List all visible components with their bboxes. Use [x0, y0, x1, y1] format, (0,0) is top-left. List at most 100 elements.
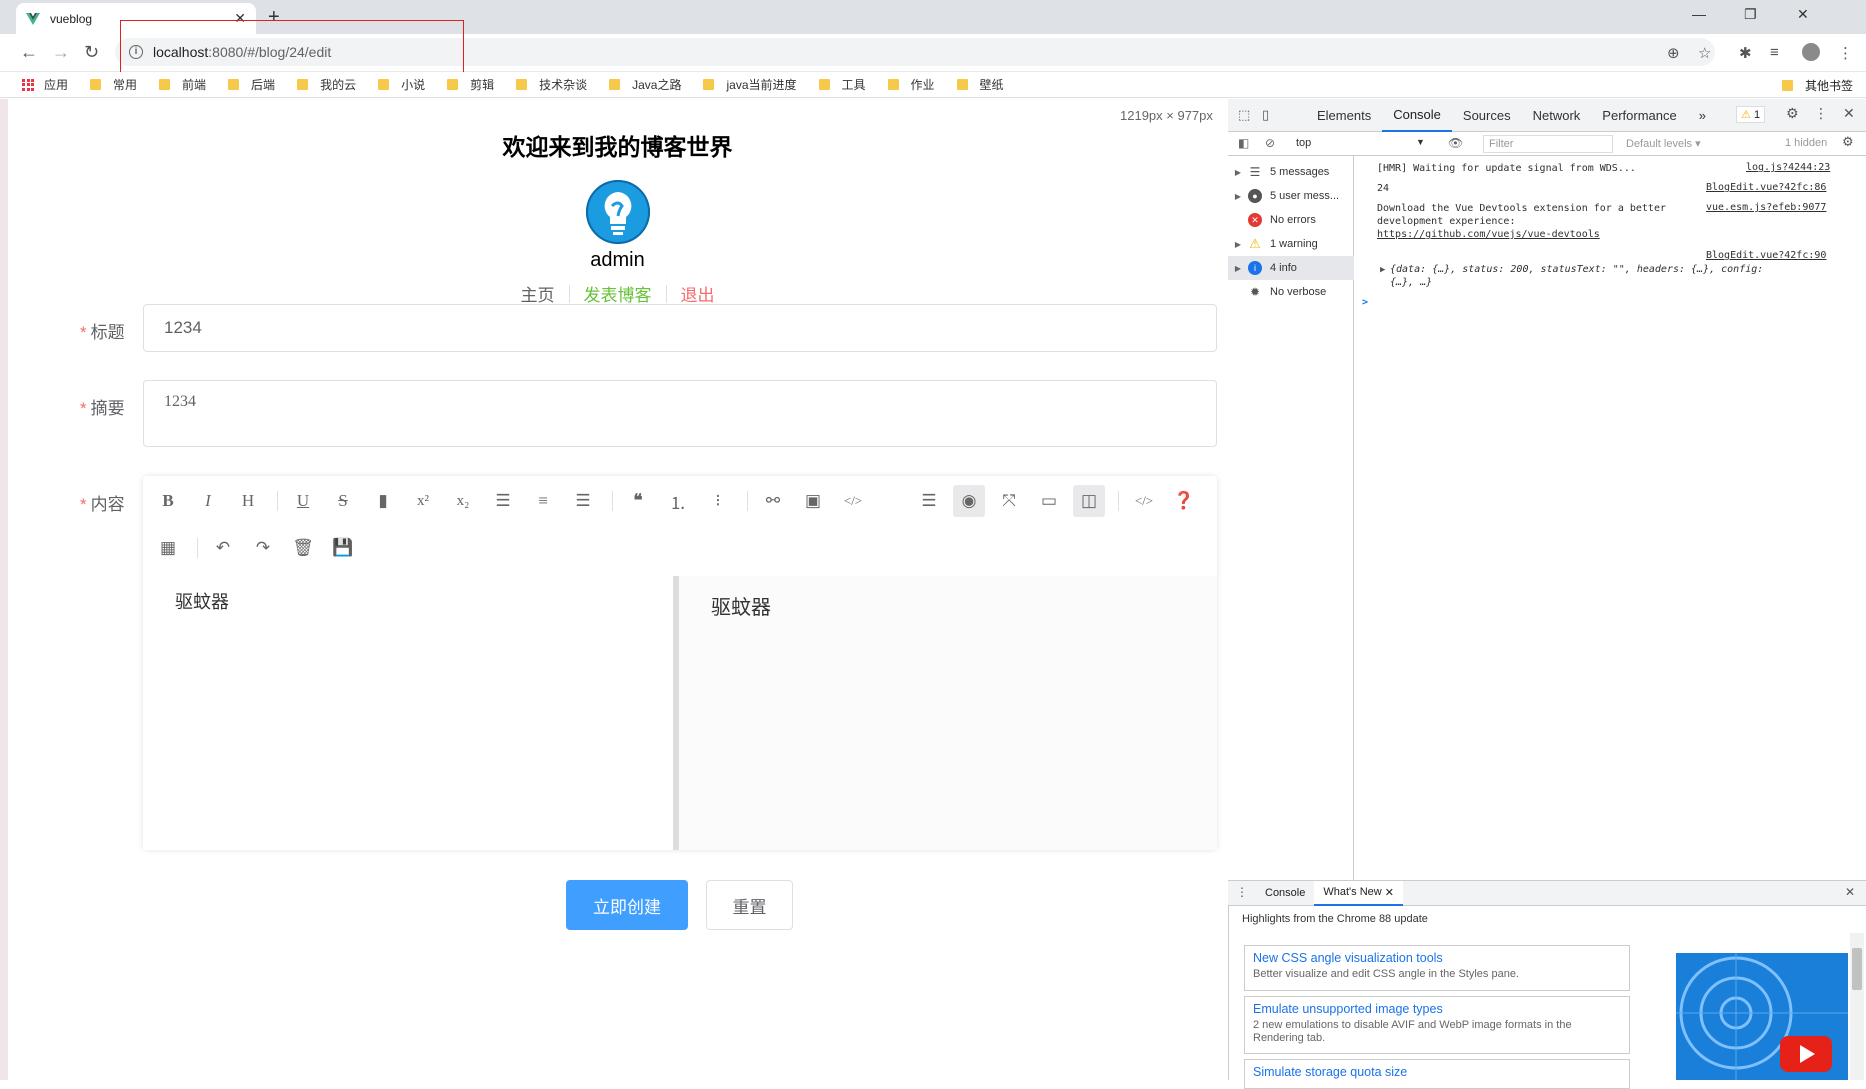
read-mode-icon[interactable]: ▭ — [1033, 485, 1065, 517]
tab-performance[interactable]: Performance — [1591, 99, 1687, 132]
more-tabs-icon[interactable]: » — [1688, 99, 1717, 132]
bookmark-folder[interactable]: 作业 — [887, 76, 935, 93]
drawer-tab-whats-new[interactable]: What's New ✕ — [1314, 880, 1403, 906]
device-toggle-icon[interactable]: ▯ — [1262, 107, 1269, 123]
scroll-thumb[interactable] — [1852, 948, 1862, 990]
bookmark-folder[interactable]: 技术杂谈 — [516, 76, 587, 93]
bookmark-folder[interactable]: 我的云 — [297, 76, 356, 93]
sidebar-user-messages[interactable]: ▶ ● 5 user mess... — [1228, 184, 1354, 208]
bookmark-folder[interactable]: 壁纸 — [956, 76, 1004, 93]
table-icon[interactable]: ▦ — [152, 532, 184, 564]
sidebar-errors[interactable]: ✕ No errors — [1228, 208, 1354, 232]
navigation-icon[interactable]: ☰ — [913, 485, 945, 517]
minimize-icon[interactable]: — — [1692, 6, 1706, 22]
bookmark-folder[interactable]: 小说 — [378, 76, 425, 93]
close-tab-icon[interactable]: ✕ — [1385, 886, 1394, 899]
forward-icon[interactable]: → — [52, 42, 70, 63]
context-dropdown-icon[interactable]: ▼ — [1416, 137, 1425, 147]
undo-icon[interactable]: ↶ — [207, 532, 239, 564]
clear-console-icon[interactable]: ⊘ — [1265, 136, 1275, 150]
strikethrough-icon[interactable]: S — [327, 485, 359, 517]
bookmark-folder[interactable]: java当前进度 — [703, 76, 797, 93]
bookmark-folder[interactable]: 工具 — [818, 76, 866, 93]
align-right-icon[interactable]: ☰ — [567, 485, 599, 517]
sidebar-verbose[interactable]: ✹ No verbose — [1228, 280, 1354, 304]
ordered-list-icon[interactable]: ⒈ — [662, 485, 694, 517]
fullscreen-icon[interactable]: ⤧ — [993, 485, 1025, 517]
preview-toggle-icon[interactable]: ◉ — [953, 485, 985, 517]
code-icon[interactable]: </> — [837, 485, 869, 517]
nav-home-link[interactable]: 主页 — [507, 281, 569, 306]
mark-icon[interactable]: ▮ — [367, 485, 399, 517]
console-settings-icon[interactable]: ⚙ — [1842, 134, 1854, 150]
image-icon[interactable]: ▣ — [797, 485, 829, 517]
bookmark-apps[interactable]: 应用 — [22, 76, 68, 93]
html-code-icon[interactable]: </> — [1128, 485, 1160, 517]
settings-gear-icon[interactable]: ⚙ — [1786, 105, 1799, 122]
sidebar-toggle-icon[interactable]: ◧ — [1238, 136, 1249, 150]
submit-button[interactable]: 立即创建 — [566, 880, 688, 930]
devtools-menu-icon[interactable]: ⋮ — [1814, 105, 1828, 122]
reading-list-icon[interactable]: ≡ — [1770, 44, 1779, 61]
link-icon[interactable]: ⚯ — [757, 485, 789, 517]
bold-icon[interactable]: B — [152, 485, 184, 517]
title-input[interactable]: 1234 — [143, 304, 1217, 352]
console-filter-input[interactable]: Filter — [1483, 135, 1613, 153]
editor-textarea[interactable]: 驱蚊器 — [143, 576, 673, 850]
restore-icon[interactable]: ❐ — [1744, 6, 1757, 23]
unordered-list-icon[interactable]: ⁝ — [702, 485, 734, 517]
sidebar-warnings[interactable]: ▶ ⚠ 1 warning — [1228, 232, 1354, 256]
warning-badge[interactable]: ⚠ 1 — [1736, 106, 1766, 123]
zoom-icon[interactable]: ⊕ — [1667, 44, 1680, 62]
quote-icon[interactable]: ❝ — [622, 485, 654, 517]
help-icon[interactable]: ❓ — [1168, 485, 1200, 517]
trash-icon[interactable]: 🗑 — [287, 532, 319, 564]
drawer-menu-icon[interactable]: ⋮ — [1236, 885, 1248, 899]
heading-icon[interactable]: H — [232, 485, 264, 517]
italic-icon[interactable]: I — [192, 485, 224, 517]
console-source-link[interactable]: BlogEdit.vue?42fc:86 — [1706, 182, 1826, 193]
other-bookmarks[interactable]: 其他书签 — [1782, 77, 1853, 94]
profile-avatar[interactable] — [1802, 43, 1820, 61]
log-levels-select[interactable]: Default levels ▾ — [1626, 137, 1701, 150]
eye-icon[interactable]: 👁 — [1448, 136, 1463, 150]
context-select[interactable]: top — [1296, 137, 1311, 149]
tab-network[interactable]: Network — [1522, 99, 1592, 132]
bookmark-folder[interactable]: 常用 — [90, 76, 137, 93]
extensions-icon[interactable]: ✱ — [1739, 44, 1752, 62]
summary-textarea[interactable]: 1234 — [143, 380, 1217, 447]
console-prompt[interactable]: > — [1362, 296, 1368, 309]
bookmark-folder[interactable]: 前端 — [159, 76, 206, 93]
subscript-icon[interactable]: x₂ — [447, 485, 479, 517]
align-center-icon[interactable]: ≡ — [527, 485, 559, 517]
superscript-icon[interactable]: x² — [407, 485, 439, 517]
tab-sources[interactable]: Sources — [1452, 99, 1522, 132]
star-icon[interactable]: ☆ — [1698, 44, 1711, 62]
align-left-icon[interactable]: ☰ — [487, 485, 519, 517]
drawer-close-icon[interactable]: ✕ — [1845, 885, 1855, 899]
console-source-link[interactable]: log.js?4244:23 — [1746, 162, 1830, 173]
redo-icon[interactable]: ↷ — [247, 532, 279, 564]
console-source-link[interactable]: BlogEdit.vue?42fc:90 — [1706, 250, 1826, 261]
close-window-icon[interactable]: ✕ — [1797, 6, 1809, 23]
bookmark-folder[interactable]: 剪辑 — [447, 76, 494, 93]
nav-publish-link[interactable]: 发表博客 — [570, 281, 666, 306]
underline-icon[interactable]: U — [287, 485, 319, 517]
console-link[interactable]: https://github.com/vuejs/vue-devtools — [1377, 228, 1600, 241]
inspect-icon[interactable]: ⬚ — [1238, 107, 1250, 123]
sidebar-info[interactable]: ▶ i 4 info — [1228, 256, 1354, 280]
console-object[interactable]: {data: {…}, status: 200, statusText: "",… — [1390, 263, 1763, 276]
devtools-close-icon[interactable]: ✕ — [1843, 105, 1855, 122]
menu-kebab-icon[interactable]: ⋮ — [1838, 44, 1853, 62]
console-source-link[interactable]: vue.esm.js?efeb:9077 — [1706, 202, 1826, 213]
whats-new-card[interactable]: Simulate storage quota size — [1244, 1059, 1630, 1089]
back-icon[interactable]: ← — [20, 42, 38, 63]
drawer-tab-console[interactable]: Console — [1256, 881, 1314, 906]
subfield-icon[interactable]: ◫ — [1073, 485, 1105, 517]
whats-new-card[interactable]: New CSS angle visualization tools Better… — [1244, 945, 1630, 991]
nav-logout-link[interactable]: 退出 — [667, 281, 729, 306]
reload-icon[interactable]: ↻ — [84, 42, 99, 63]
reset-button[interactable]: 重置 — [706, 880, 793, 930]
bookmark-folder[interactable]: 后端 — [228, 76, 275, 93]
tab-console[interactable]: Console — [1382, 99, 1452, 132]
